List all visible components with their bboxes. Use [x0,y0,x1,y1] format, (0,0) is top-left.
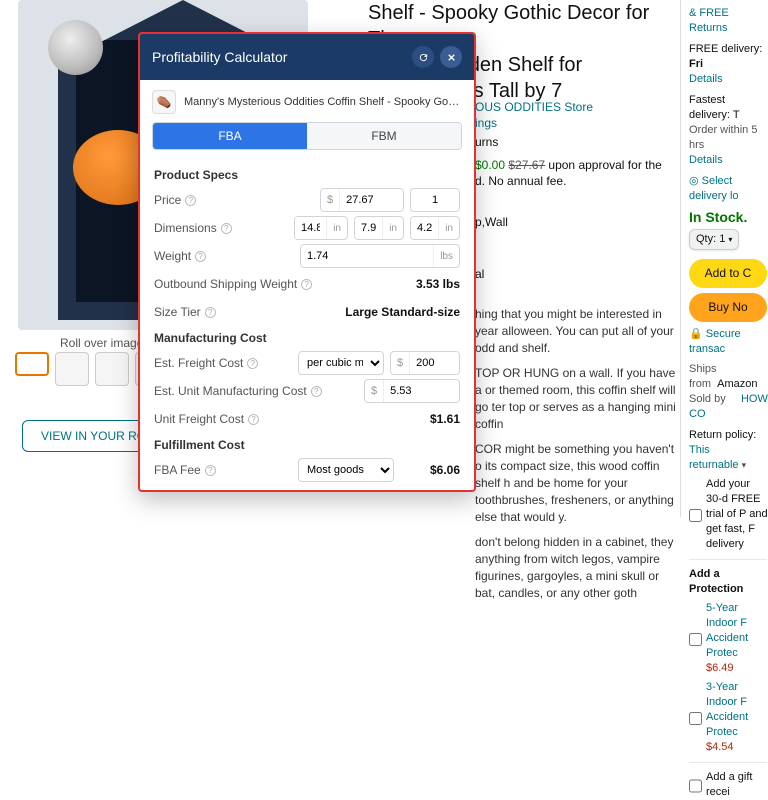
details-link[interactable]: Details [689,154,723,166]
help-icon[interactable]: ? [221,223,232,234]
col-header: (Oct-Dec) [384,491,460,492]
section-heading: Fulfillment Cost [154,438,460,452]
text: d. No annual fee. [475,174,566,188]
tab-fbm[interactable]: FBM [307,123,461,149]
unit-manufacturing-input[interactable] [384,380,459,402]
help-icon[interactable]: ? [248,414,259,425]
price-input[interactable] [340,189,403,211]
free-returns-link[interactable]: & FREE Returns [689,6,768,36]
details-link[interactable]: Details [689,73,723,85]
dim-w-input[interactable] [355,217,382,239]
return-policy-link[interactable]: This [689,444,710,456]
text: al [475,267,484,281]
close-button[interactable] [440,46,462,68]
qty-select[interactable]: Qty: 1 ▾ [689,229,739,250]
dim-l-input[interactable] [295,217,326,239]
help-icon[interactable]: ? [205,307,216,318]
protection-heading: Add a Protection [689,568,743,595]
help-icon[interactable]: ? [247,358,258,369]
freight-cost-input[interactable] [410,352,459,374]
profitability-calculator-modal: Profitability Calculator ⚰️ Manny's Myst… [138,32,476,492]
fba-category-select[interactable]: Most goods [298,458,394,482]
outbound-weight-value: 3.53 lbs [400,277,460,291]
plan-checkbox[interactable] [689,682,702,755]
modal-product-title: Manny's Mysterious Oddities Coffin Shelf… [184,96,462,108]
secure-transaction[interactable]: 🔒 Secure transac [689,327,768,357]
section-heading: Product Specs [154,168,460,182]
help-icon[interactable]: ? [301,279,312,290]
add-to-cart-button[interactable]: Add to C [689,259,767,288]
thumbnail[interactable] [95,352,129,386]
return-policy-link[interactable]: returnable [689,459,739,471]
store-link[interactable]: OUS ODDITIES Store [475,100,593,114]
prime-trial-checkbox[interactable] [689,479,702,552]
tab-fba[interactable]: FBA [153,123,307,149]
freight-unit-select[interactable]: per cubic m… [298,351,384,375]
description: hing that you might be interested in yea… [475,306,680,610]
thumbnail[interactable] [55,352,89,386]
help-icon[interactable]: ? [195,251,206,262]
weight-input[interactable] [301,245,433,267]
buy-now-button[interactable]: Buy No [689,293,767,322]
delivery-location-link[interactable]: ◎ Select delivery lo [689,174,768,204]
plan-checkbox[interactable] [689,603,702,676]
rollover-hint: Roll over image [60,336,143,350]
close-icon [446,52,457,63]
modal-title: Profitability Calculator [152,49,287,65]
thumbnail[interactable] [15,352,49,376]
col-header: (Jan-Sep) [308,491,384,492]
text: urns [475,135,498,149]
dim-h-input[interactable] [411,217,438,239]
section-heading: Manufacturing Cost [154,331,460,345]
ratings-link[interactable]: ings [475,116,497,130]
unit-freight-value: $1.61 [400,412,460,426]
refresh-button[interactable] [412,46,434,68]
savings-line: $0.00 $27.67 upon approval for the [475,158,662,172]
size-tier-value: Large Standard-size [345,305,460,319]
help-icon[interactable]: ? [205,465,216,476]
refresh-icon [418,52,429,63]
fba-fee-value: $6.06 [400,463,460,477]
availability: In Stock. [689,210,768,225]
qty-input[interactable] [411,189,459,211]
buy-box: & FREE Returns FREE delivery: Fri Detail… [680,0,768,517]
help-icon[interactable]: ? [311,386,322,397]
help-icon[interactable]: ? [185,195,196,206]
gift-receipt-checkbox[interactable] [689,772,702,800]
product-thumb-icon: ⚰️ [152,90,176,114]
text: p,Wall [475,215,508,229]
